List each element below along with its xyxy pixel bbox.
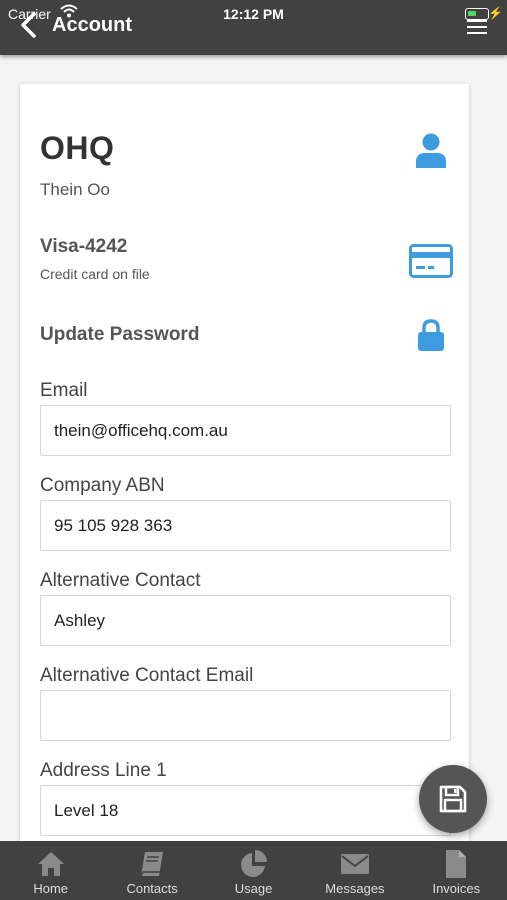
account-card: OHQ Thein Oo Visa-4242 Credit card on fi… [20, 84, 469, 864]
menu-line [467, 32, 487, 34]
menu-button[interactable] [467, 20, 487, 36]
tab-label: Contacts [126, 881, 178, 896]
status-time: 12:12 PM [223, 6, 284, 22]
tab-home[interactable]: Home [0, 841, 101, 900]
envelope-icon [340, 854, 369, 874]
email-field[interactable] [40, 405, 451, 456]
company-abn-field[interactable] [40, 500, 451, 551]
tab-invoices[interactable]: Invoices [406, 841, 507, 900]
pie-chart-icon [240, 850, 267, 877]
tab-label: Home [33, 881, 69, 896]
battery-icon [465, 8, 489, 20]
user-profile-icon[interactable] [415, 132, 447, 168]
charging-icon: ⚡ [488, 6, 503, 20]
alternative-contact-email-field[interactable] [40, 690, 451, 741]
tab-label: Messages [325, 881, 385, 896]
tab-messages[interactable]: Messages [304, 841, 405, 900]
update-password-link[interactable]: Update Password [40, 324, 199, 346]
tab-bar: Home Contacts Usage Messages Invoices [0, 841, 507, 900]
book-icon [140, 852, 164, 877]
status-bar: Carrier 12:12 PM ⚡ [0, 0, 507, 22]
card-title: Visa-4242 [40, 236, 128, 257]
company-abn-label: Company ABN [40, 475, 165, 496]
tab-contacts[interactable]: Contacts [101, 841, 202, 900]
address-line-1-label: Address Line 1 [40, 760, 167, 781]
menu-line [467, 26, 487, 28]
email-label: Email [40, 380, 88, 401]
alternative-contact-label: Alternative Contact [40, 570, 201, 591]
alternative-contact-email-label: Alternative Contact Email [40, 665, 254, 686]
tab-label: Invoices [432, 881, 481, 896]
home-icon [37, 852, 64, 876]
file-icon [446, 850, 467, 878]
save-button[interactable] [419, 765, 487, 833]
company-name: OHQ [40, 130, 115, 166]
lock-icon[interactable] [417, 318, 445, 352]
save-icon [439, 785, 467, 813]
tab-label: Usage [234, 881, 273, 896]
address-line-1-field[interactable] [40, 785, 451, 836]
alternative-contact-field[interactable] [40, 595, 451, 646]
user-name: Thein Oo [40, 180, 110, 199]
credit-card-icon[interactable] [409, 244, 453, 278]
card-subtitle: Credit card on file [40, 266, 150, 282]
tab-usage[interactable]: Usage [203, 841, 304, 900]
